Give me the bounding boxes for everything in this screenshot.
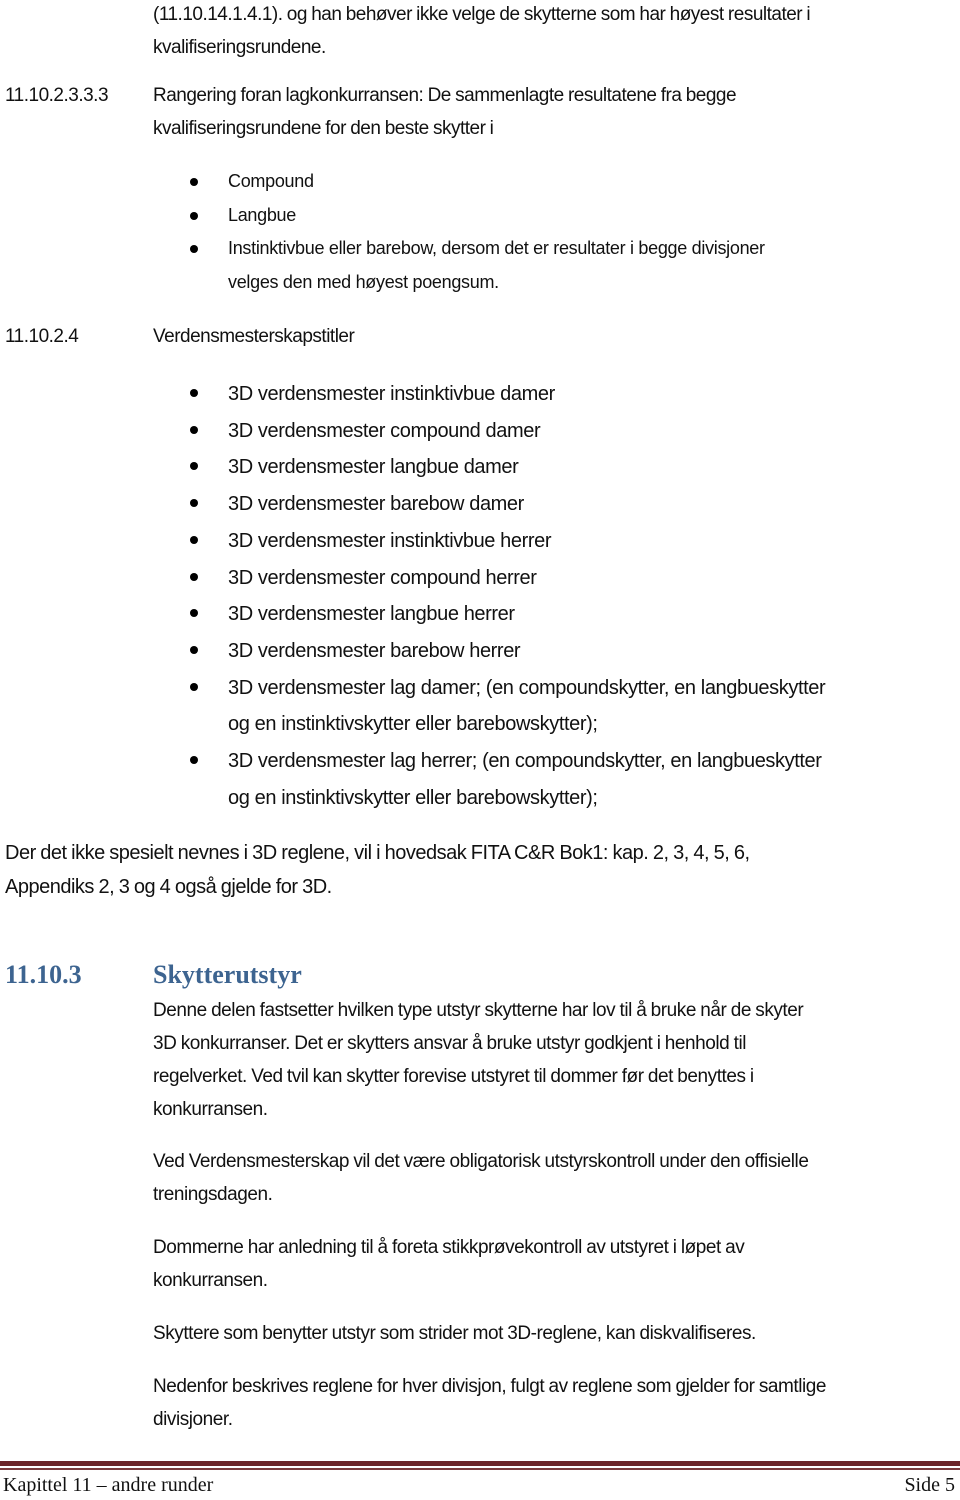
bullet-icon <box>190 499 198 508</box>
list-item-text: og en instinktivskytter eller barebowsky… <box>228 713 598 736</box>
list-item: 3D verdensmester langbue damer <box>190 449 960 486</box>
list-item-continuation: og en instinktivskytter eller barebowsky… <box>190 706 960 743</box>
list-item-text: 3D verdensmester lag herrer; (en compoun… <box>228 750 822 773</box>
intro-line: (11.10.14.1.4.1). og han behøver ikke ve… <box>153 4 811 25</box>
bullet-icon <box>190 211 198 220</box>
footer-page-number: Side 5 <box>904 1474 955 1496</box>
bullet-icon <box>190 178 198 186</box>
document-page: (11.10.14.1.4.1). og han behøver ikke ve… <box>0 0 960 1499</box>
list-item-text: Langbue <box>228 204 296 225</box>
paragraph-line: Ved Verdensmesterskap vil det være oblig… <box>153 1151 809 1172</box>
bullet-icon <box>190 756 198 765</box>
list-item: 3D verdensmester lag herrer; (en compoun… <box>190 743 960 780</box>
paragraph-line: Dommerne har anledning til å foreta stik… <box>153 1237 745 1258</box>
list-item: 3D verdensmester barebow herrer <box>190 633 960 670</box>
list-item-text: 3D verdensmester compound herrer <box>228 566 537 589</box>
list-item-text: 3D verdensmester instinktivbue herrer <box>228 529 552 552</box>
section-number: 11.10.2.3.3.3 <box>5 85 109 106</box>
bullet-icon <box>190 609 198 618</box>
paragraph-line: divisjoner. <box>153 1409 233 1430</box>
list-item-text: 3D verdensmester compound damer <box>228 419 541 442</box>
paragraph-line: regelverket. Ved tvil kan skytter forevi… <box>153 1066 754 1087</box>
equipment-intro-paragraph: Denne delen fastsetter hvilken type utst… <box>153 994 958 1126</box>
world-championship-titles-list: 3D verdensmester instinktivbue damer 3D … <box>190 376 960 816</box>
list-item: Compound <box>190 165 960 199</box>
list-item: Instinktivbue eller barebow, dersom det … <box>190 232 960 266</box>
list-item: 3D verdensmester instinktivbue herrer <box>190 523 960 560</box>
list-item-text: Instinktivbue eller barebow, dersom det … <box>228 238 765 258</box>
list-item-text: 3D verdensmester barebow herrer <box>228 639 521 662</box>
bullet-icon <box>190 682 198 691</box>
section-ranking-paragraph: Rangering foran lagkonkurransen: De samm… <box>153 79 958 145</box>
paragraph-line: konkurransen. <box>153 1270 268 1291</box>
footer-rule <box>0 1461 960 1466</box>
list-item-text: 3D verdensmester lag damer; (en compound… <box>228 676 826 699</box>
paragraph-line: konkurransen. <box>153 1099 268 1120</box>
section-heading-title: Skytterutstyr <box>153 960 302 989</box>
list-item: 3D verdensmester lag damer; (en compound… <box>190 670 960 707</box>
paragraph-line: Der det ikke spesielt nevnes i 3D reglen… <box>5 842 750 864</box>
bullet-icon <box>190 389 198 397</box>
list-item-text: velges den med høyest poengsum. <box>228 271 499 292</box>
list-item-continuation: og en instinktivskytter eller barebowsky… <box>190 780 960 817</box>
paragraph-line: treningsdagen. <box>153 1184 273 1205</box>
bullet-icon <box>190 462 198 471</box>
division-list: Compound Langbue Instinktivbue eller bar… <box>190 165 960 299</box>
list-item: 3D verdensmester langbue herrer <box>190 596 960 633</box>
bullet-icon <box>190 572 198 581</box>
list-item-text: 3D verdensmester langbue damer <box>228 456 519 479</box>
list-item-text: og en instinktivskytter eller barebowsky… <box>228 786 598 809</box>
list-item-text: 3D verdensmester barebow damer <box>228 493 524 516</box>
paragraph-line: Rangering foran lagkonkurransen: De samm… <box>153 85 737 106</box>
paragraph-line: Skyttere som benytter utstyr som strider… <box>153 1323 756 1344</box>
list-item-text: 3D verdensmester langbue herrer <box>228 603 515 626</box>
intro-line: kvalifiseringsrundene. <box>153 37 326 58</box>
disqualification-paragraph: Skyttere som benytter utstyr som strider… <box>153 1317 958 1350</box>
list-item: 3D verdensmester compound damer <box>190 413 960 450</box>
bullet-icon <box>190 535 198 544</box>
section-number: 11.10.2.4 <box>5 326 79 347</box>
paragraph-line: Nedenfor beskrives reglene for hver divi… <box>153 1376 826 1397</box>
paragraph-line: kvalifiseringsrundene for den beste skyt… <box>153 118 494 139</box>
footer-chapter-title: Kapittel 11 – andre runder <box>3 1474 214 1496</box>
bullet-icon <box>190 645 198 654</box>
list-item-continuation: velges den med høyest poengsum. <box>190 266 960 300</box>
bullet-icon <box>190 245 198 253</box>
paragraph-line: Appendiks 2, 3 og 4 også gjelde for 3D. <box>5 876 332 898</box>
intro-paragraph: (11.10.14.1.4.1). og han behøver ikke ve… <box>153 0 958 64</box>
list-item: 3D verdensmester compound herrer <box>190 560 960 597</box>
section-title: Verdensmesterskapstitler <box>153 326 355 347</box>
paragraph-line: Denne delen fastsetter hvilken type utst… <box>153 1000 804 1021</box>
bullet-icon <box>190 425 198 434</box>
section-heading-number: 11.10.3 <box>5 960 82 989</box>
list-item: Langbue <box>190 199 960 233</box>
general-note-paragraph: Der det ikke spesielt nevnes i 3D reglen… <box>5 836 955 904</box>
list-item-text: 3D verdensmester instinktivbue damer <box>228 383 555 405</box>
equipment-check-paragraph: Ved Verdensmesterskap vil det være oblig… <box>153 1145 958 1211</box>
paragraph-line: 3D konkurranser. Det er skytters ansvar … <box>153 1033 746 1054</box>
list-item: 3D verdensmester instinktivbue damer <box>190 376 960 413</box>
list-item-text: Compound <box>228 171 314 191</box>
divisions-paragraph: Nedenfor beskrives reglene for hver divi… <box>153 1370 958 1436</box>
spot-check-paragraph: Dommerne har anledning til å foreta stik… <box>153 1231 958 1297</box>
list-item: 3D verdensmester barebow damer <box>190 486 960 523</box>
